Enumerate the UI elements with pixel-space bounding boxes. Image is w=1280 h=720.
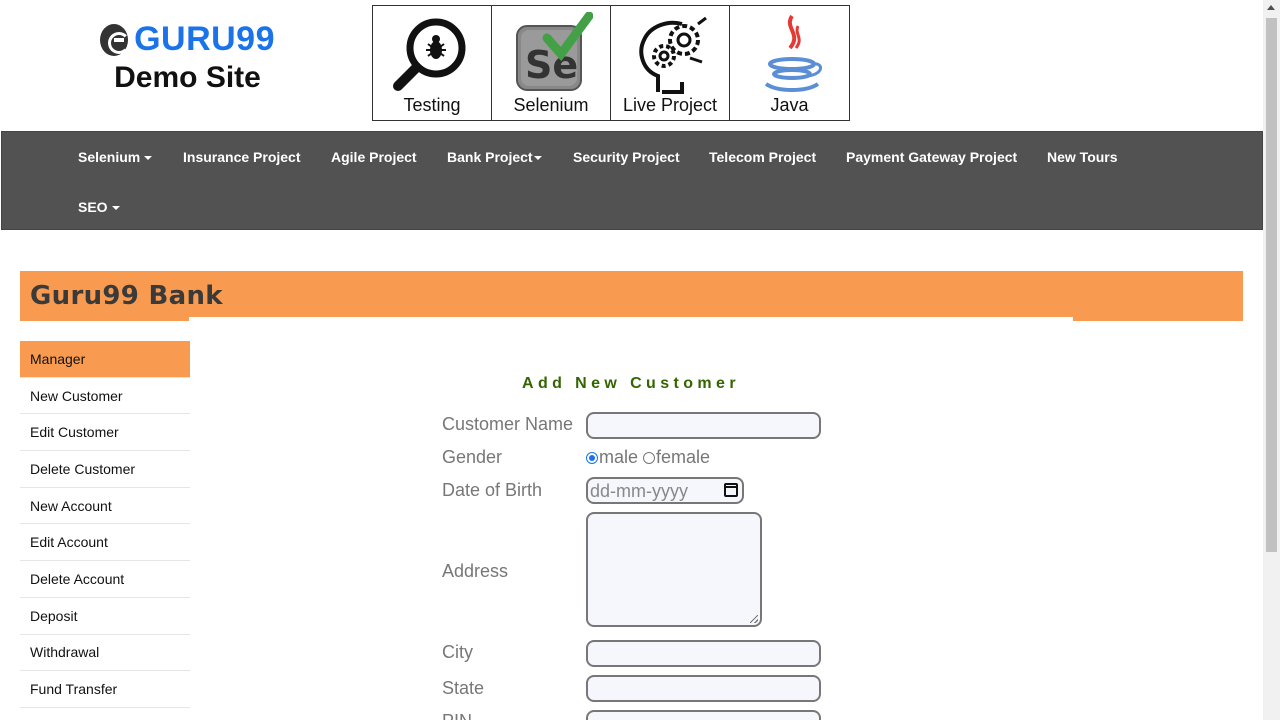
logo-subtitle: Demo Site <box>114 61 261 94</box>
customer-name-input[interactable] <box>586 412 821 439</box>
caret-down-icon <box>111 206 120 211</box>
caret-down-icon <box>533 156 542 161</box>
sidebar-item-withdrawal[interactable]: Withdrawal <box>20 635 190 672</box>
address-textarea[interactable] <box>586 512 762 627</box>
dob-input[interactable]: dd-mm-yyyy <box>586 477 744 504</box>
nav-bank-project-dropdown[interactable]: Bank Project <box>447 149 542 165</box>
course-live-project[interactable]: Live Project <box>611 6 730 120</box>
course-label: Java <box>770 95 809 115</box>
resize-handle-icon[interactable] <box>750 615 758 623</box>
nav-label: Bank Project <box>447 149 533 165</box>
course-label: Live Project <box>622 95 718 115</box>
sidebar-item-delete-customer[interactable]: Delete Customer <box>20 451 190 488</box>
pin-label: PIN <box>442 711 472 720</box>
city-label: City <box>442 642 473 662</box>
gears-head-icon <box>639 16 707 94</box>
java-icon <box>764 14 822 92</box>
address-label: Address <box>442 561 509 581</box>
course-links: Testing Se Selenium Live Project Java <box>372 5 850 121</box>
content-panel-top <box>189 317 1073 323</box>
calendar-icon[interactable] <box>724 483 738 497</box>
gender-male-label: male <box>599 447 639 467</box>
nav-security-project[interactable]: Security Project <box>573 149 680 165</box>
course-testing[interactable]: Testing <box>373 6 492 120</box>
bank-title: Guru99 Bank <box>30 281 223 311</box>
page: GURU99 Demo Site Testing Se Selenium Liv… <box>0 0 1280 720</box>
sidebar-item-delete-account[interactable]: Delete Account <box>20 561 190 598</box>
nav-seo-dropdown[interactable]: SEO <box>78 199 120 215</box>
guru99-logo-icon <box>100 23 131 56</box>
dob-label: Date of Birth <box>442 480 543 500</box>
site-logo[interactable]: GURU99 Demo Site <box>100 20 275 95</box>
state-label: State <box>442 678 485 698</box>
course-label: Selenium <box>513 95 589 115</box>
nav-label: Selenium <box>78 149 141 165</box>
main-navbar: Selenium Insurance Project Agile Project… <box>1 131 1263 230</box>
magnifier-bug-icon <box>393 18 466 91</box>
nav-telecom-project[interactable]: Telecom Project <box>709 149 816 165</box>
nav-label: SEO <box>78 199 108 215</box>
gender-male-radio[interactable] <box>586 451 598 464</box>
state-input[interactable] <box>586 675 821 702</box>
scroll-thumb[interactable] <box>1266 18 1277 552</box>
city-input[interactable] <box>586 640 821 667</box>
sidebar-item-edit-customer[interactable]: Edit Customer <box>20 414 190 452</box>
scroll-up-arrow-icon[interactable] <box>1267 5 1275 10</box>
sidebar-item-new-account[interactable]: New Account <box>20 488 190 525</box>
sidebar-item-new-customer[interactable]: New Customer <box>20 378 190 415</box>
selenium-icon: Se <box>516 12 593 91</box>
gender-female-label: female <box>656 447 711 467</box>
form-title: Add New Customer <box>522 375 740 392</box>
course-label: Testing <box>403 95 461 115</box>
nav-selenium-dropdown[interactable]: Selenium <box>78 149 153 165</box>
logo-brand: GURU99 <box>134 20 275 58</box>
bank-header: Guru99 Bank <box>20 271 1243 321</box>
nav-payment-gateway-project[interactable]: Payment Gateway Project <box>846 149 1017 165</box>
pin-input[interactable] <box>586 710 821 720</box>
sidebar-item-manager[interactable]: Manager <box>20 341 190 378</box>
sidebar-item-fund-transfer[interactable]: Fund Transfer <box>20 671 190 708</box>
nav-new-tours[interactable]: New Tours <box>1047 149 1118 165</box>
nav-agile-project[interactable]: Agile Project <box>331 149 417 165</box>
gender-radio-group: male female <box>586 447 710 468</box>
nav-insurance-project[interactable]: Insurance Project <box>183 149 301 165</box>
course-selenium[interactable]: Se Selenium <box>492 6 611 120</box>
page-scrollbar[interactable] <box>1263 0 1280 720</box>
sidebar-item-edit-account[interactable]: Edit Account <box>20 524 190 562</box>
dob-placeholder: dd-mm-yyyy <box>590 481 688 501</box>
sidebar-item-deposit[interactable]: Deposit <box>20 598 190 635</box>
manager-sidebar: Manager New Customer Edit Customer Delet… <box>20 341 190 708</box>
customer-name-label: Customer Name <box>442 414 574 434</box>
gender-label: Gender <box>442 447 503 467</box>
caret-down-icon <box>144 156 153 161</box>
gender-female-radio[interactable] <box>643 451 656 464</box>
course-java[interactable]: Java <box>730 6 849 120</box>
